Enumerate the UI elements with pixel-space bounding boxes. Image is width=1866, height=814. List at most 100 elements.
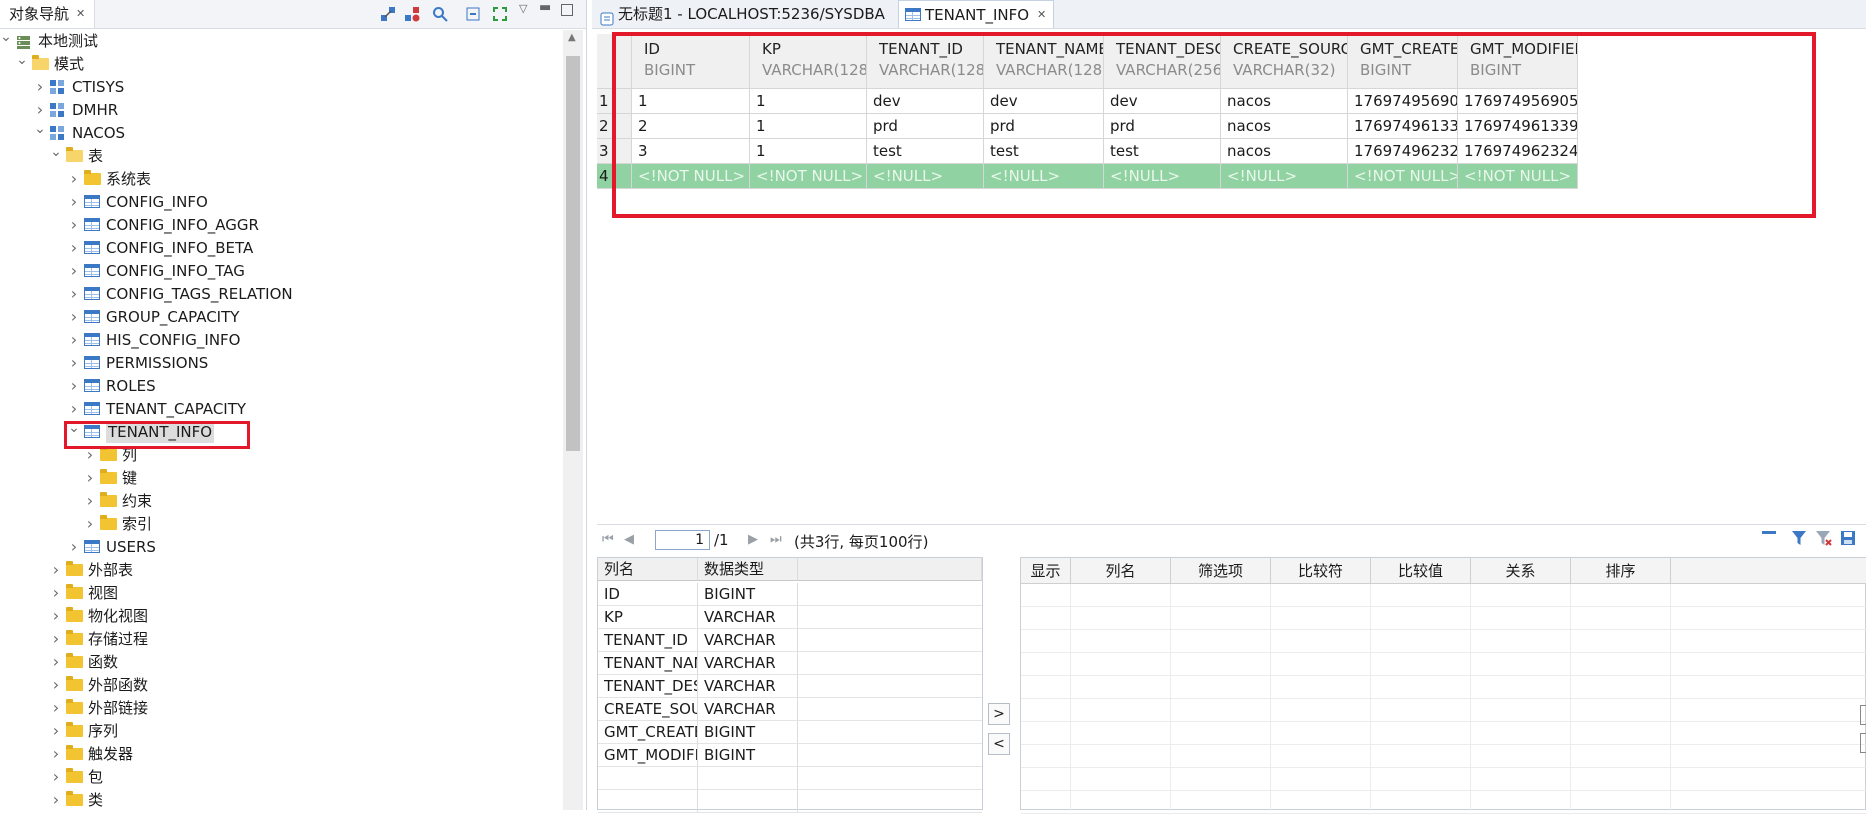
chevron-right-icon[interactable]: › [50, 559, 62, 581]
chevron-right-icon[interactable]: › [68, 352, 80, 374]
chevron-right-icon[interactable]: › [68, 214, 80, 236]
filter-header[interactable]: 筛选项 [1171, 558, 1271, 584]
filter-header[interactable]: 关系 [1471, 558, 1571, 584]
chevron-right-icon[interactable]: › [68, 283, 80, 305]
filter-icon[interactable] [1792, 530, 1806, 550]
chevron-right-icon[interactable]: › [50, 697, 62, 719]
tree-node[interactable]: › CTISYS [0, 76, 560, 98]
tree-node[interactable]: › CONFIG_INFO_AGGR [0, 214, 560, 236]
chevron-right-icon[interactable]: › [68, 536, 80, 558]
chevron-right-icon[interactable]: › [68, 329, 80, 351]
save-icon[interactable] [1840, 530, 1856, 550]
column-list-cell[interactable]: GMT_MODIFIED [598, 744, 698, 767]
column-list-cell[interactable]: BIGINT [698, 744, 798, 767]
tree-node[interactable]: ⌄ 表 [0, 144, 560, 167]
tree-scrollbar-thumb[interactable] [566, 56, 580, 451]
expand-icon[interactable] [492, 6, 508, 22]
filter-row[interactable] [1021, 722, 1866, 745]
chevron-right-icon[interactable]: › [50, 674, 62, 696]
chevron-right-icon[interactable]: › [84, 467, 96, 489]
chevron-right-icon[interactable]: › [68, 191, 80, 213]
filter-header[interactable]: 排序 [1571, 558, 1671, 584]
tab-tenant-info[interactable]: TENANT_INFO ✕ [898, 0, 1054, 28]
page-number-input[interactable]: 1 [655, 530, 710, 550]
chevron-right-icon[interactable]: › [68, 375, 80, 397]
tree-node[interactable]: › 外部函数 [0, 674, 560, 696]
column-list-cell[interactable]: KP [598, 606, 698, 629]
previous-page-icon[interactable]: ◀ [624, 532, 634, 547]
filter-row[interactable] [1021, 676, 1866, 699]
tree-node[interactable]: › 视图 [0, 582, 560, 604]
tree-node[interactable]: › 索引 [0, 513, 560, 535]
tree-node[interactable]: › USERS [0, 536, 560, 558]
tree-node[interactable]: › CONFIG_INFO_TAG [0, 260, 560, 282]
tree-node[interactable]: › 系统表 [0, 168, 560, 190]
tree-node[interactable]: › TENANT_CAPACITY [0, 398, 560, 420]
filter-header[interactable]: 比较符 [1271, 558, 1371, 584]
column-list-header[interactable]: 数据类型 [698, 558, 798, 581]
chevron-right-icon[interactable]: › [50, 789, 62, 810]
chevron-right-icon[interactable]: › [50, 628, 62, 650]
column-list-cell[interactable]: ID [598, 583, 698, 606]
chevron-down-icon[interactable]: ⌄ [16, 49, 28, 71]
tree-node[interactable]: › 触发器 [0, 743, 560, 765]
filter-row[interactable] [1021, 584, 1866, 607]
last-page-icon[interactable]: ⏭ [770, 532, 782, 547]
next-page-icon[interactable]: ▶ [748, 532, 758, 547]
first-page-icon[interactable]: ⏮ [602, 532, 614, 547]
chevron-right-icon[interactable]: › [50, 743, 62, 765]
column-list-cell[interactable]: TENANT_NAME [598, 652, 698, 675]
chevron-down-icon[interactable]: ⌄ [0, 30, 12, 48]
column-list-cell[interactable]: VARCHAR [698, 675, 798, 698]
add-column-button[interactable]: > [988, 703, 1010, 725]
tree-node[interactable]: › 存储过程 [0, 628, 560, 650]
column-list-cell[interactable]: VARCHAR [698, 629, 798, 652]
filter-header[interactable]: 显示 [1021, 558, 1071, 584]
side-handle[interactable] [1860, 733, 1866, 753]
filter-row[interactable] [1021, 791, 1866, 814]
tree-node[interactable]: › 函数 [0, 651, 560, 673]
chevron-right-icon[interactable]: › [50, 651, 62, 673]
tree-node[interactable]: ⌄ NACOS [0, 121, 560, 144]
collapse-all-icon[interactable] [465, 6, 481, 22]
column-list-cell[interactable]: VARCHAR [698, 652, 798, 675]
side-handle[interactable] [1860, 705, 1866, 725]
chevron-right-icon[interactable]: › [68, 260, 80, 282]
chevron-down-icon[interactable]: ⌄ [50, 141, 62, 163]
filter-row[interactable] [1021, 768, 1866, 791]
column-list-cell[interactable]: BIGINT [698, 583, 798, 606]
search-icon[interactable] [432, 6, 448, 22]
chevron-right-icon[interactable]: › [68, 306, 80, 328]
chevron-right-icon[interactable]: › [50, 605, 62, 627]
chevron-down-icon[interactable]: ⌄ [34, 118, 46, 140]
chevron-right-icon[interactable]: › [50, 582, 62, 604]
tree-node[interactable]: › 包 [0, 766, 560, 788]
scroll-up-icon[interactable]: ▲ [568, 32, 576, 43]
view-menu-icon[interactable]: ▽ [519, 2, 527, 15]
filter-row[interactable] [1021, 607, 1866, 630]
clear-filter-icon[interactable] [1816, 530, 1832, 550]
filter-row[interactable] [1021, 630, 1866, 653]
chevron-right-icon[interactable]: › [84, 513, 96, 535]
tree-node[interactable]: › PERMISSIONS [0, 352, 560, 374]
minimize-icon[interactable]: ▬ [539, 0, 551, 15]
column-list-cell[interactable]: GMT_CREATE [598, 721, 698, 744]
column-list-cell[interactable]: VARCHAR [698, 698, 798, 721]
column-list-cell[interactable]: CREATE_SOURCE [598, 698, 698, 721]
tree-node[interactable]: › HIS_CONFIG_INFO [0, 329, 560, 351]
column-list-cell[interactable]: BIGINT [698, 721, 798, 744]
tree-node[interactable]: ⌄ 模式 [0, 52, 560, 75]
tree-node[interactable]: › CONFIG_TAGS_RELATION [0, 283, 560, 305]
close-icon[interactable]: ✕ [76, 0, 85, 28]
tree-node[interactable]: › 外部链接 [0, 697, 560, 719]
filter-header[interactable]: 比较值 [1371, 558, 1471, 584]
column-list-cell[interactable]: TENANT_DESC [598, 675, 698, 698]
tree-node[interactable]: › 序列 [0, 720, 560, 742]
link-icon[interactable] [380, 6, 396, 22]
filter-header[interactable]: 列名 [1071, 558, 1171, 584]
chevron-right-icon[interactable]: › [84, 490, 96, 512]
column-list-cell[interactable]: TENANT_ID [598, 629, 698, 652]
tree-node[interactable]: › 约束 [0, 490, 560, 512]
filter-row[interactable] [1021, 653, 1866, 676]
tree-node[interactable]: › GROUP_CAPACITY [0, 306, 560, 328]
